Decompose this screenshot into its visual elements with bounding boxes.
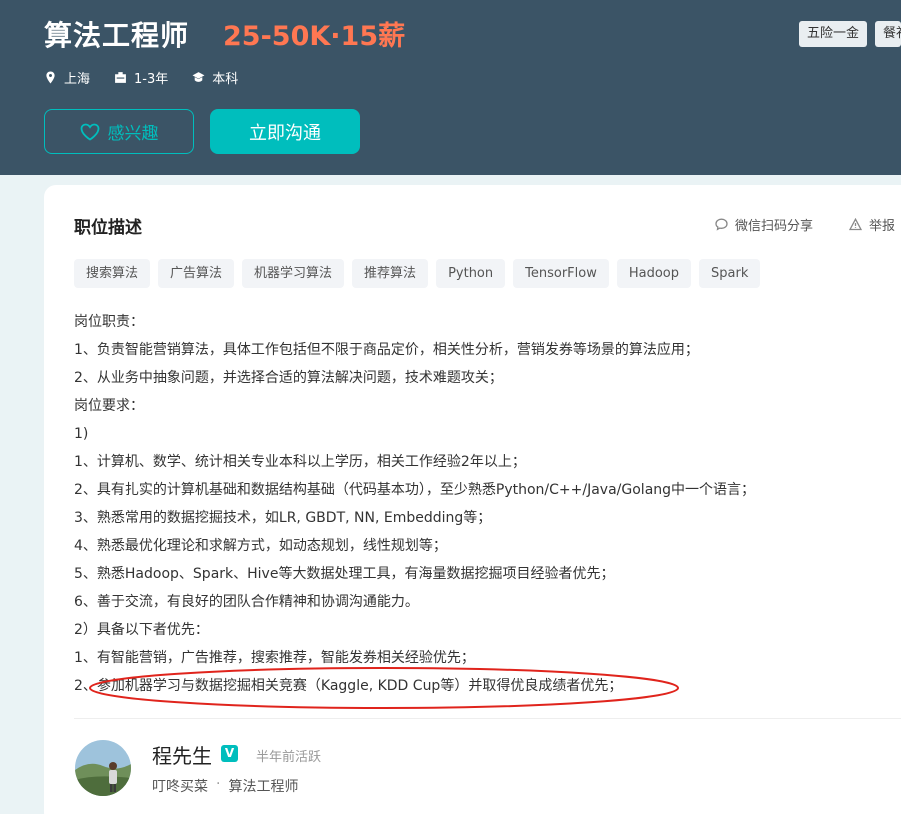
recruiter-avatar[interactable] <box>75 740 131 796</box>
description-line: 4、熟悉最优化理论和求解方式，如动态规划，线性规划等； <box>74 538 447 554</box>
wechat-share-icon <box>715 218 728 231</box>
skill-tag: 推荐算法 <box>352 259 429 288</box>
share-label: 微信扫码分享 <box>735 219 814 234</box>
location-icon <box>46 71 55 84</box>
description-line: 6、善于交流，有良好的团队合作精神和协调沟通能力。 <box>74 594 419 610</box>
description-line: 2、从业务中抽象问题，并选择合适的算法解决问题，技术难题攻关； <box>74 370 503 386</box>
skill-tag: Hadoop <box>616 259 691 288</box>
warning-icon <box>849 218 862 231</box>
description-line: 5、熟悉Hadoop、Spark、Hive等大数据处理工具，有海量数据挖掘项目经… <box>74 566 615 582</box>
heart-icon <box>80 123 99 141</box>
job-title: 算法工程师 <box>44 19 190 52</box>
company-name: 叮咚买菜 <box>152 779 208 795</box>
experience: 1-3年 <box>114 68 168 87</box>
job-description: 岗位职责： 1、负责智能营销算法，具体工作包括但不限于商品定价，相关性分析，营销… <box>74 308 814 700</box>
chat-now-button[interactable]: 立即沟通 <box>210 109 360 154</box>
verified-icon: V <box>221 745 238 762</box>
section-title: 职位描述 <box>74 218 142 238</box>
skill-tags: 搜索算法 广告算法 机器学习算法 推荐算法 Python TensorFlow … <box>74 259 761 288</box>
skill-tag: 机器学习算法 <box>242 259 345 288</box>
report-link[interactable]: 举报 <box>849 215 895 234</box>
description-line: 1、计算机、数学、统计相关专业本科以上学历，相关工作经验2年以上； <box>74 454 526 470</box>
description-line: 岗位职责： <box>74 314 144 330</box>
recruiter-company: 叮咚买菜 · 算法工程师 <box>152 776 298 796</box>
education-text: 本科 <box>212 72 239 87</box>
recruiter-position: 算法工程师 <box>228 779 299 795</box>
location-text: 上海 <box>64 72 91 87</box>
description-line: 岗位要求： <box>74 398 144 414</box>
benefit-tags: 五险一金 餐补 <box>799 21 901 47</box>
skill-tag: TensorFlow <box>513 259 609 288</box>
job-meta: 上海 1-3年 本科 <box>44 68 238 87</box>
description-line: 1、负责智能营销算法，具体工作包括但不限于商品定价，相关性分析，营销发券等场景的… <box>74 342 699 358</box>
salary: 25-50K·15薪 <box>223 21 406 52</box>
description-line: 2、具有扎实的计算机基础和数据结构基础（代码基本功），至少熟悉Python/C+… <box>74 482 756 498</box>
active-status: 半年前活跃 <box>256 750 322 765</box>
description-line: 1、有智能营销，广告推荐，搜索推荐，智能发券相关经验优先； <box>74 650 475 666</box>
interest-label: 感兴趣 <box>107 124 159 144</box>
interest-button[interactable]: 感兴趣 <box>44 109 194 154</box>
job-detail-card: 职位描述 微信扫码分享 举报 搜索算法 广告算法 机器学习算法 推荐算法 Pyt… <box>44 185 901 814</box>
wechat-share-link[interactable]: 微信扫码分享 <box>715 215 813 234</box>
recruiter-name: 程先生 <box>152 744 212 768</box>
skill-tag: Python <box>436 259 506 288</box>
divider <box>74 718 901 719</box>
education: 本科 <box>192 68 238 87</box>
benefit-tag: 餐补 <box>875 21 901 47</box>
benefit-tag: 五险一金 <box>799 21 868 47</box>
skill-tag: 广告算法 <box>158 259 235 288</box>
experience-text: 1-3年 <box>134 72 169 87</box>
briefcase-icon <box>115 72 126 83</box>
job-header: 算法工程师 25-50K·15薪 五险一金 餐补 上海 1-3年 本科 感兴趣 … <box>0 0 901 175</box>
graduation-cap-icon <box>192 72 205 82</box>
skill-tag: Spark <box>699 259 761 288</box>
location: 上海 <box>44 68 90 87</box>
description-line: 1) <box>74 426 89 442</box>
separator-dot: · <box>216 776 221 792</box>
description-line: 3、熟悉常用的数据挖掘技术，如LR, GBDT, NN, Embedding等； <box>74 510 492 526</box>
skill-tag: 搜索算法 <box>74 259 151 288</box>
report-label: 举报 <box>869 219 896 234</box>
description-line-highlighted: 2、参加机器学习与数据挖掘相关竞赛（Kaggle, KDD Cup等）并取得优良… <box>74 678 623 694</box>
description-line: 2）具备以下者优先： <box>74 622 209 638</box>
